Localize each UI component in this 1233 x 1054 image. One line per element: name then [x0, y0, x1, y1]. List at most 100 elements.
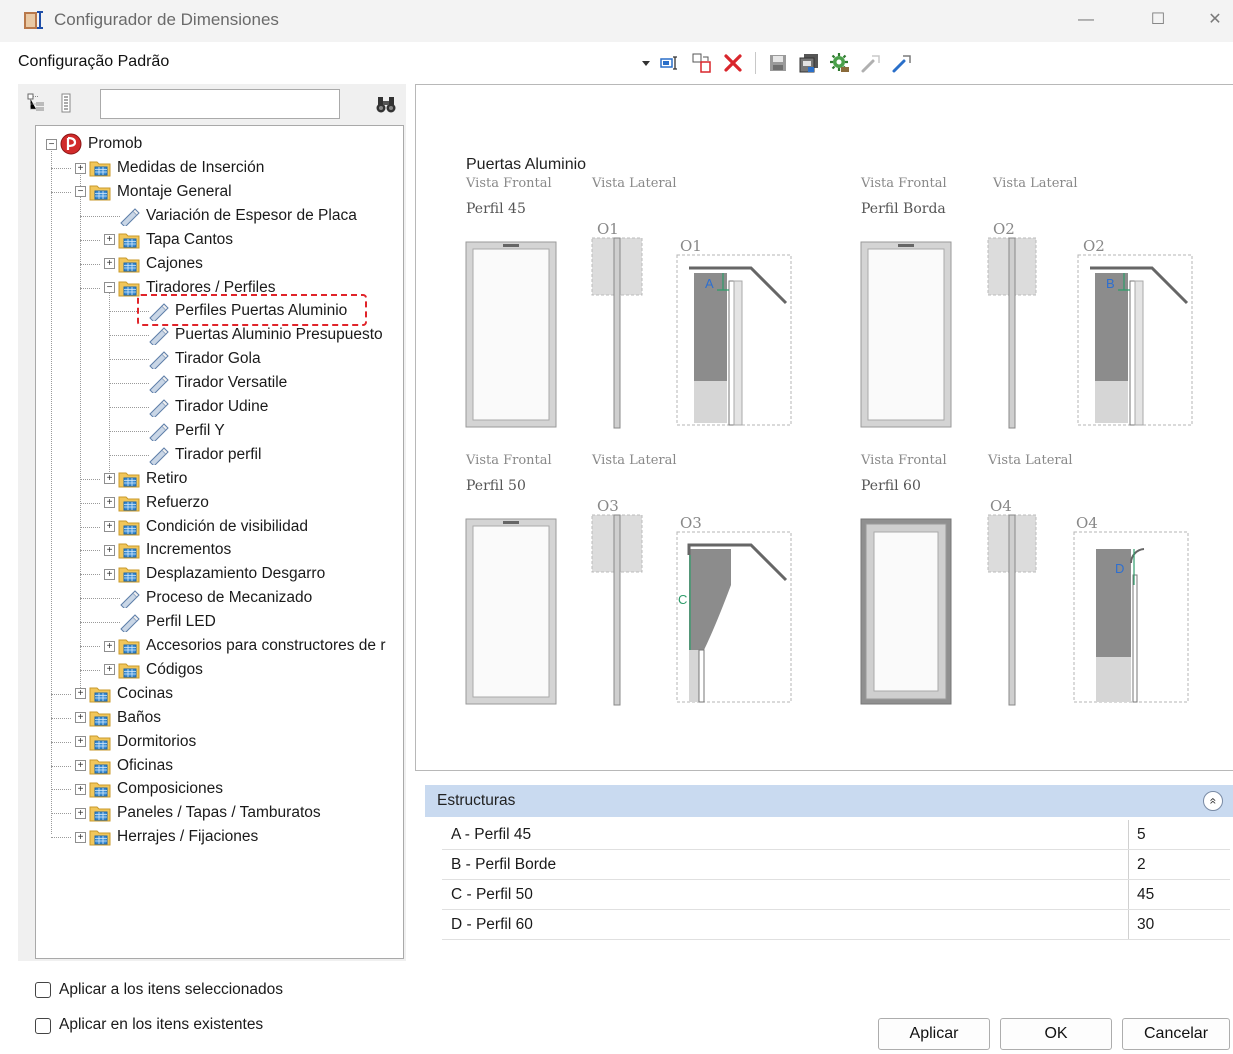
- tree-leaf-item[interactable]: Puertas Aluminio Presupuesto: [147, 323, 383, 347]
- apply-selected-label: Aplicar a los itens seleccionados: [59, 981, 284, 998]
- folder-icon: [89, 830, 111, 846]
- dimension-item-icon: [120, 208, 140, 226]
- tree-folder-item[interactable]: + Tapa Cantos: [104, 228, 233, 252]
- copy-icon[interactable]: [690, 51, 714, 75]
- expand-toggle[interactable]: +: [104, 664, 115, 676]
- binoculars-icon[interactable]: [375, 93, 397, 115]
- import-icon[interactable]: [890, 51, 914, 75]
- apply-existing-checkbox[interactable]: [35, 1018, 51, 1034]
- configuration-name[interactable]: Configuração Padrão: [18, 53, 169, 71]
- tree-folder-item[interactable]: + Medidas de Inserción: [75, 156, 264, 180]
- tree-folder-item[interactable]: + Refuerzo: [104, 491, 209, 515]
- collapse-all-icon[interactable]: [56, 92, 78, 114]
- expand-toggle[interactable]: +: [75, 831, 86, 843]
- folder-icon: [118, 639, 140, 655]
- app-icon: [24, 11, 43, 29]
- collapse-section-button[interactable]: «: [1203, 791, 1223, 811]
- minimize-button[interactable]: —: [1063, 6, 1109, 34]
- toolbar: [640, 48, 914, 78]
- tree-folder-item[interactable]: + Oficinas: [75, 754, 173, 778]
- dropdown-arrow-icon[interactable]: [640, 51, 652, 75]
- settings-icon[interactable]: [828, 51, 852, 75]
- structure-value-field[interactable]: 2: [1128, 850, 1230, 879]
- folder-icon: [89, 161, 111, 177]
- tree-folder-item[interactable]: + Baños: [75, 706, 161, 730]
- tree-search-input[interactable]: [100, 89, 340, 119]
- tree-leaf-item[interactable]: Tirador Udine: [147, 395, 268, 419]
- rename-icon[interactable]: [659, 51, 683, 75]
- expand-toggle[interactable]: +: [75, 807, 86, 819]
- tree-leaf-item[interactable]: Tirador Gola: [147, 347, 261, 371]
- tree-folder-item[interactable]: + Códigos: [104, 658, 203, 682]
- save-icon[interactable]: [766, 51, 790, 75]
- collapse-toggle[interactable]: −: [46, 138, 57, 150]
- tree-folder-item[interactable]: − Montaje General: [75, 180, 232, 204]
- expand-toggle[interactable]: +: [75, 712, 86, 724]
- structure-value-field[interactable]: 45: [1128, 880, 1230, 909]
- expand-toggle[interactable]: +: [75, 760, 86, 771]
- tree-folder-item[interactable]: + Cajones: [104, 252, 203, 276]
- collapse-toggle[interactable]: −: [75, 186, 86, 198]
- expand-toggle[interactable]: +: [104, 497, 115, 509]
- apply-selected-checkbox[interactable]: [35, 982, 51, 998]
- expand-toggle[interactable]: +: [104, 521, 115, 532]
- structure-row: B - Perfil Borde 2: [442, 850, 1230, 880]
- tree-leaf-item[interactable]: Perfil LED: [118, 610, 216, 634]
- expand-toggle[interactable]: +: [104, 258, 115, 270]
- dimension-item-icon: [149, 375, 169, 394]
- tree-folder-item[interactable]: + Desplazamiento Desgarro: [104, 562, 325, 586]
- structure-label: C - Perfil 50: [451, 886, 533, 903]
- tree-leaf-item[interactable]: Tirador Versatile: [147, 371, 287, 395]
- ok-button[interactable]: OK: [1000, 1018, 1112, 1050]
- detail-drawing: C: [676, 531, 792, 703]
- tree-folder-item[interactable]: + Composiciones: [75, 777, 223, 801]
- tree-folder-item[interactable]: + Accesorios para constructores de r: [104, 634, 386, 658]
- tree-folder-item[interactable]: + Paneles / Tapas / Tamburatos: [75, 801, 321, 825]
- tree-label: Tirador Udine: [175, 398, 269, 415]
- maximize-button[interactable]: ☐: [1135, 6, 1181, 34]
- structures-header[interactable]: Estructuras «: [425, 785, 1233, 817]
- tree-folder-item[interactable]: + Dormitorios: [75, 730, 196, 754]
- expand-toggle[interactable]: +: [104, 473, 115, 485]
- folder-icon: [118, 257, 140, 273]
- tree-folder-item[interactable]: + Incrementos: [104, 538, 231, 562]
- tree-leaf-item[interactable]: Tirador perfil: [147, 443, 261, 467]
- close-window-button[interactable]: ✕: [1197, 6, 1233, 34]
- expand-toggle[interactable]: +: [104, 234, 115, 246]
- tree-leaf-item[interactable]: Perfil Y: [147, 419, 225, 443]
- tree-label: Promob: [88, 135, 143, 152]
- tree-root[interactable]: − Promob: [46, 132, 142, 156]
- tree-label: Tirador Gola: [175, 350, 261, 368]
- dimension-item-icon: [120, 614, 140, 633]
- tree-folder-item[interactable]: + Retiro: [104, 467, 187, 491]
- delete-icon[interactable]: [721, 51, 745, 75]
- collapse-toggle[interactable]: −: [104, 282, 115, 293]
- expand-all-icon[interactable]: [26, 92, 48, 114]
- dimension-item-icon: [149, 351, 169, 370]
- tree-leaf-item[interactable]: Variación de Espesor de Placa: [118, 204, 357, 228]
- tree-leaf-item[interactable]: Proceso de Mecanizado: [118, 586, 312, 610]
- tree-view[interactable]: − Promob + Medidas de Inserción − Montaje G…: [35, 125, 404, 959]
- expand-toggle[interactable]: +: [104, 544, 115, 556]
- tree-folder-item[interactable]: + Herrajes / Fijaciones: [75, 825, 258, 849]
- save-as-icon[interactable]: [797, 51, 821, 75]
- expand-toggle[interactable]: +: [75, 783, 86, 795]
- expand-toggle[interactable]: +: [75, 736, 86, 748]
- structure-value-field[interactable]: 5: [1128, 820, 1230, 849]
- expand-toggle[interactable]: +: [75, 688, 86, 700]
- folder-icon: [89, 185, 111, 201]
- tree-folder-item[interactable]: + Condición de visibilidad: [104, 515, 308, 539]
- expand-toggle[interactable]: +: [75, 162, 86, 174]
- expand-toggle[interactable]: +: [104, 568, 115, 580]
- structure-label: A - Perfil 45: [451, 826, 532, 843]
- expand-toggle[interactable]: +: [104, 640, 115, 652]
- tree-folder-item[interactable]: + Cocinas: [75, 682, 173, 706]
- front-view-drawing: [465, 518, 557, 705]
- structure-value-field[interactable]: 30: [1128, 910, 1230, 939]
- dimension-letter: C: [678, 592, 687, 607]
- front-view-drawing: [860, 518, 952, 705]
- apply-button[interactable]: Aplicar: [878, 1018, 990, 1050]
- export-icon[interactable]: [859, 51, 883, 75]
- cancel-button[interactable]: Cancelar: [1122, 1018, 1230, 1050]
- structure-label: D - Perfil 60: [451, 916, 533, 933]
